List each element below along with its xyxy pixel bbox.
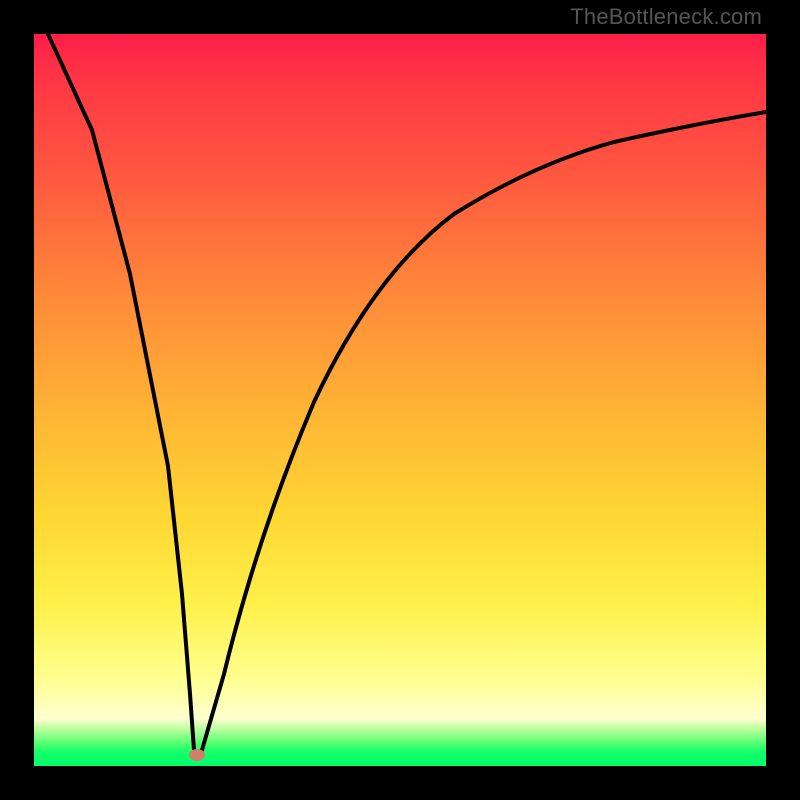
chart-frame: TheBottleneck.com	[0, 0, 800, 800]
curve-path	[48, 34, 766, 754]
watermark-text: TheBottleneck.com	[570, 4, 762, 30]
minimum-marker	[189, 749, 205, 761]
plot-area	[34, 34, 766, 766]
bottleneck-curve	[34, 34, 766, 766]
